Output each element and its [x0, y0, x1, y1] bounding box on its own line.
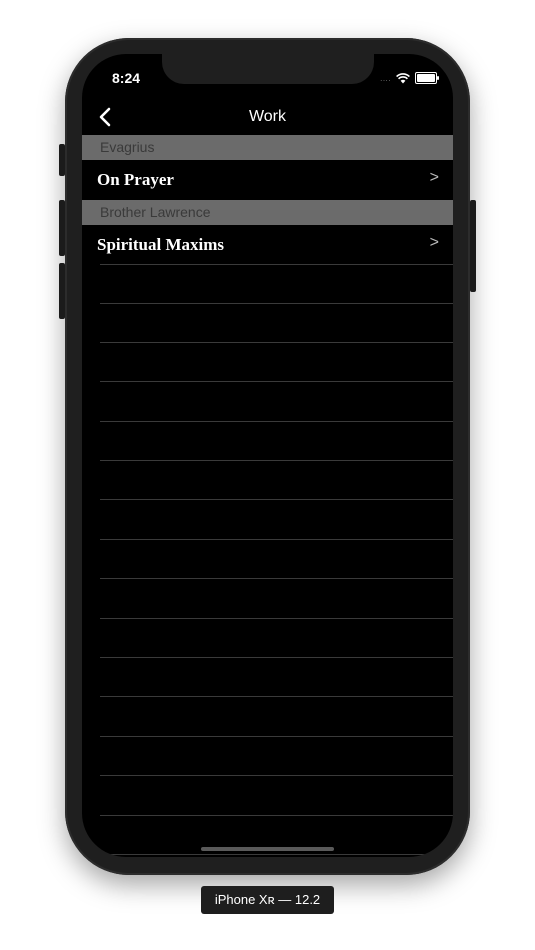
row-separator — [100, 264, 453, 265]
row-separator — [100, 618, 453, 619]
section-header-evagrius: Evagrius — [82, 135, 453, 160]
power-button — [470, 200, 476, 292]
row-separator — [100, 539, 453, 540]
list-item-label: On Prayer — [97, 170, 174, 189]
list-item-label: Spiritual Maxims — [97, 235, 225, 254]
row-separator — [100, 460, 453, 461]
row-separator — [100, 381, 453, 382]
row-separator — [100, 815, 453, 816]
list-item-on-prayer[interactable]: On Prayer > — [82, 160, 453, 200]
row-separator — [100, 578, 453, 579]
row-separator — [100, 854, 453, 855]
page-title: Work — [248, 108, 287, 125]
wifi-icon — [396, 72, 410, 83]
chevron-right-icon: > — [429, 234, 439, 251]
device-label: iPhone Xʀ — 12.2 — [201, 886, 334, 914]
battery-fill — [417, 74, 435, 82]
chevron-right-icon: > — [429, 169, 439, 186]
row-separator — [100, 775, 453, 776]
row-separator — [100, 657, 453, 658]
status-time: 8:24 — [112, 70, 141, 86]
navigation-bar: Work — [82, 100, 453, 136]
notch — [162, 54, 374, 84]
signal-icon: .... — [380, 73, 391, 83]
home-indicator[interactable] — [201, 847, 334, 851]
screen: 8:24 .... Work Evagrius On Prayer > Brot… — [82, 54, 453, 857]
row-separator — [100, 421, 453, 422]
battery-icon — [415, 72, 439, 84]
row-separator — [100, 499, 453, 500]
volume-down-button — [59, 263, 65, 319]
mute-switch — [59, 144, 65, 176]
section-header-brother-lawrence: Brother Lawrence — [82, 200, 453, 225]
row-separator — [100, 736, 453, 737]
list-item-spiritual-maxims[interactable]: Spiritual Maxims > — [82, 225, 453, 265]
row-separator — [100, 303, 453, 304]
status-icons: .... — [380, 72, 439, 84]
volume-up-button — [59, 200, 65, 256]
row-separator — [100, 342, 453, 343]
row-separator — [100, 696, 453, 697]
